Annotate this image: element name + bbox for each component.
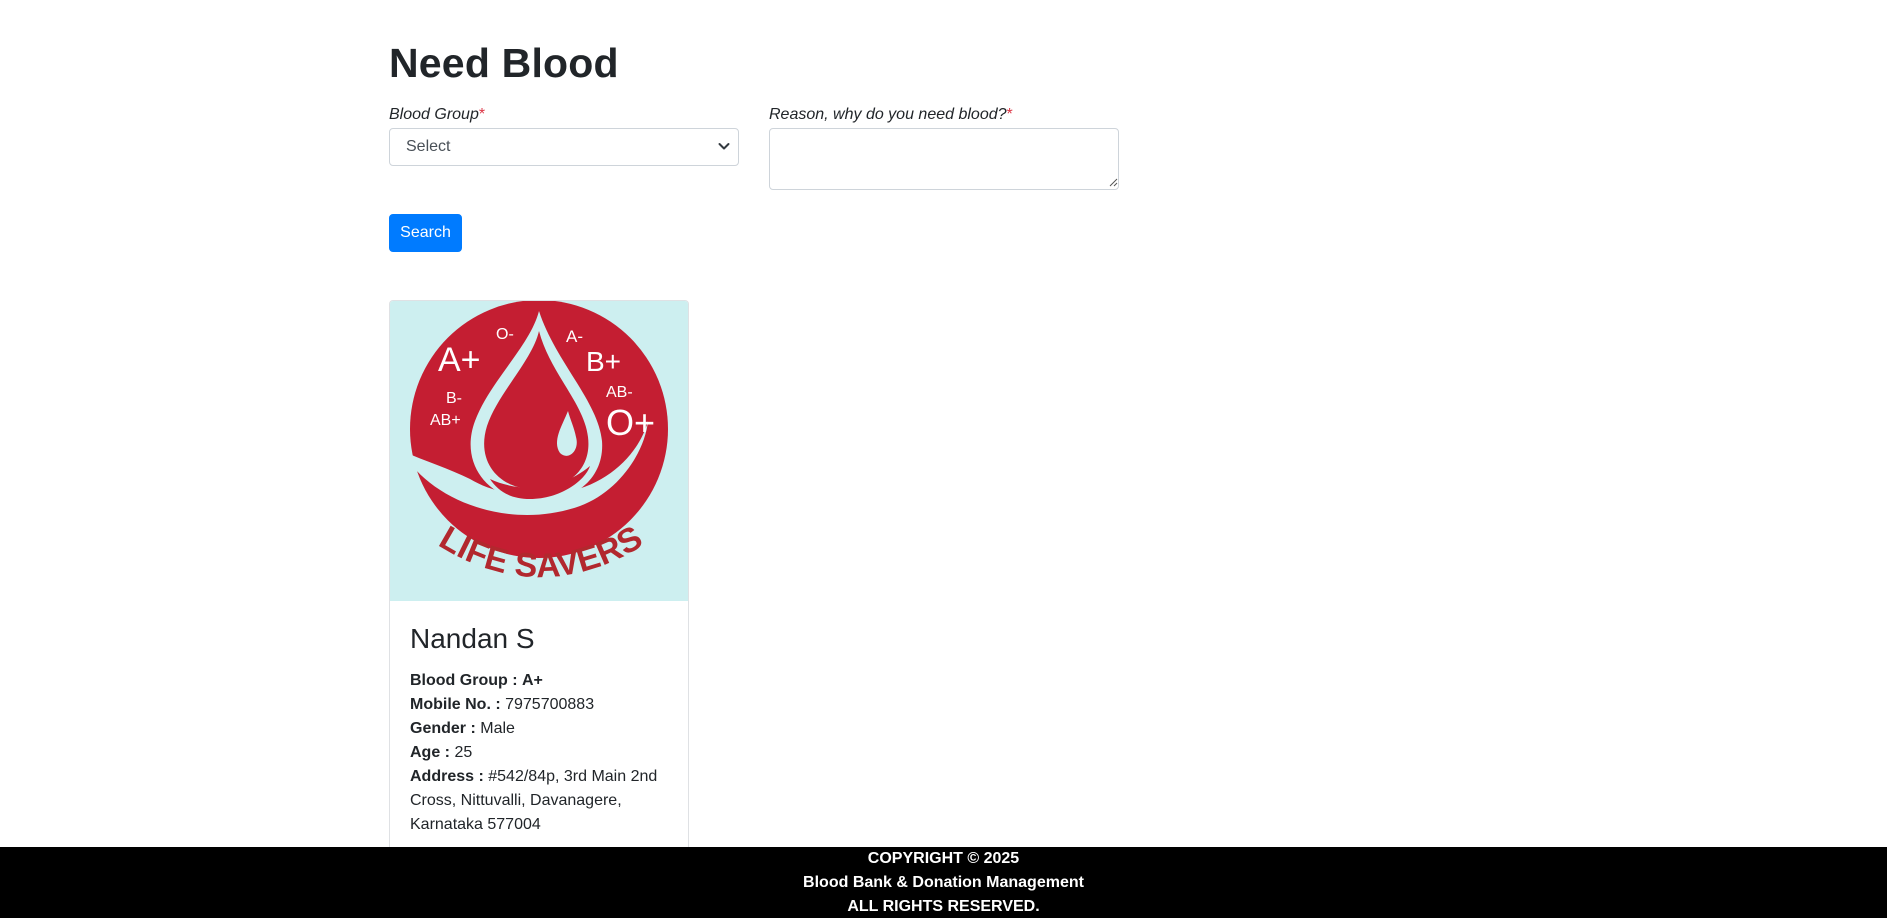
reason-label: Reason, why do you need blood?*	[769, 106, 1013, 124]
logo-group-ab-plus: AB+	[430, 412, 461, 429]
blood-group-selected-value: Select	[406, 138, 451, 155]
logo-group-o-plus: O+	[606, 402, 655, 443]
resize-handle-icon[interactable]	[1109, 178, 1118, 187]
address-field-label: Address :	[410, 768, 484, 785]
donor-name: Nandan S	[410, 623, 535, 654]
logo-group-b-minus: B-	[446, 390, 462, 407]
page: Need Blood Blood Group* Reason, why do y…	[0, 0, 1887, 918]
donor-gender: Gender : Male	[410, 717, 668, 741]
blood-group-field-value: A+	[521, 672, 543, 689]
blood-group-select[interactable]: Select	[389, 128, 739, 166]
page-title: Need Blood	[389, 40, 619, 86]
footer-copyright: COPYRIGHT © 2025	[867, 850, 1020, 867]
blood-group-field-label: Blood Group :	[410, 672, 518, 689]
blood-group-label-text: Blood Group	[389, 106, 479, 123]
footer: COPYRIGHT © 2025 Blood Bank & Donation M…	[0, 847, 1887, 918]
search-button[interactable]: Search	[389, 214, 462, 252]
gender-field-value: Male	[480, 720, 515, 737]
reason-label-text: Reason, why do you need blood?	[769, 106, 1007, 123]
logo-group-b-plus: B+	[586, 346, 621, 377]
gender-field-label: Gender :	[410, 720, 476, 737]
donor-age: Age : 25	[410, 741, 668, 765]
mobile-field-label: Mobile No. :	[410, 696, 501, 713]
chevron-down-icon	[718, 143, 730, 150]
donor-address: Address : #542/84p, 3rd Main 2nd Cross, …	[410, 765, 668, 837]
logo-group-o-minus: O-	[496, 326, 514, 343]
reason-textarea[interactable]	[769, 128, 1119, 190]
required-asterisk: *	[478, 106, 486, 123]
donor-card-body: Nandan S Blood Group : A+ Mobile No. : 7…	[390, 601, 688, 837]
logo-group-a-minus: A-	[566, 327, 583, 346]
blood-group-label: Blood Group*	[389, 106, 485, 124]
footer-app-name: Blood Bank & Donation Management	[803, 874, 1084, 891]
logo-group-a-plus: A+	[438, 341, 481, 379]
age-field-label: Age :	[410, 744, 450, 761]
footer-rights: ALL RIGHTS RESERVED.	[847, 898, 1040, 915]
age-field-value: 25	[454, 744, 473, 761]
required-asterisk: *	[1006, 106, 1013, 123]
logo-group-ab-minus: AB-	[606, 384, 633, 401]
donor-mobile: Mobile No. : 7975700883	[410, 693, 668, 717]
donor-blood-group: Blood Group : A+	[410, 669, 668, 693]
donor-card: A+ O- A- B+ AB- B- AB+ O+ LIFE SAVERS Na…	[389, 300, 689, 860]
life-savers-logo: A+ O- A- B+ AB- B- AB+ O+ LIFE SAVERS	[390, 301, 688, 601]
mobile-field-value: 7975700883	[505, 696, 595, 713]
